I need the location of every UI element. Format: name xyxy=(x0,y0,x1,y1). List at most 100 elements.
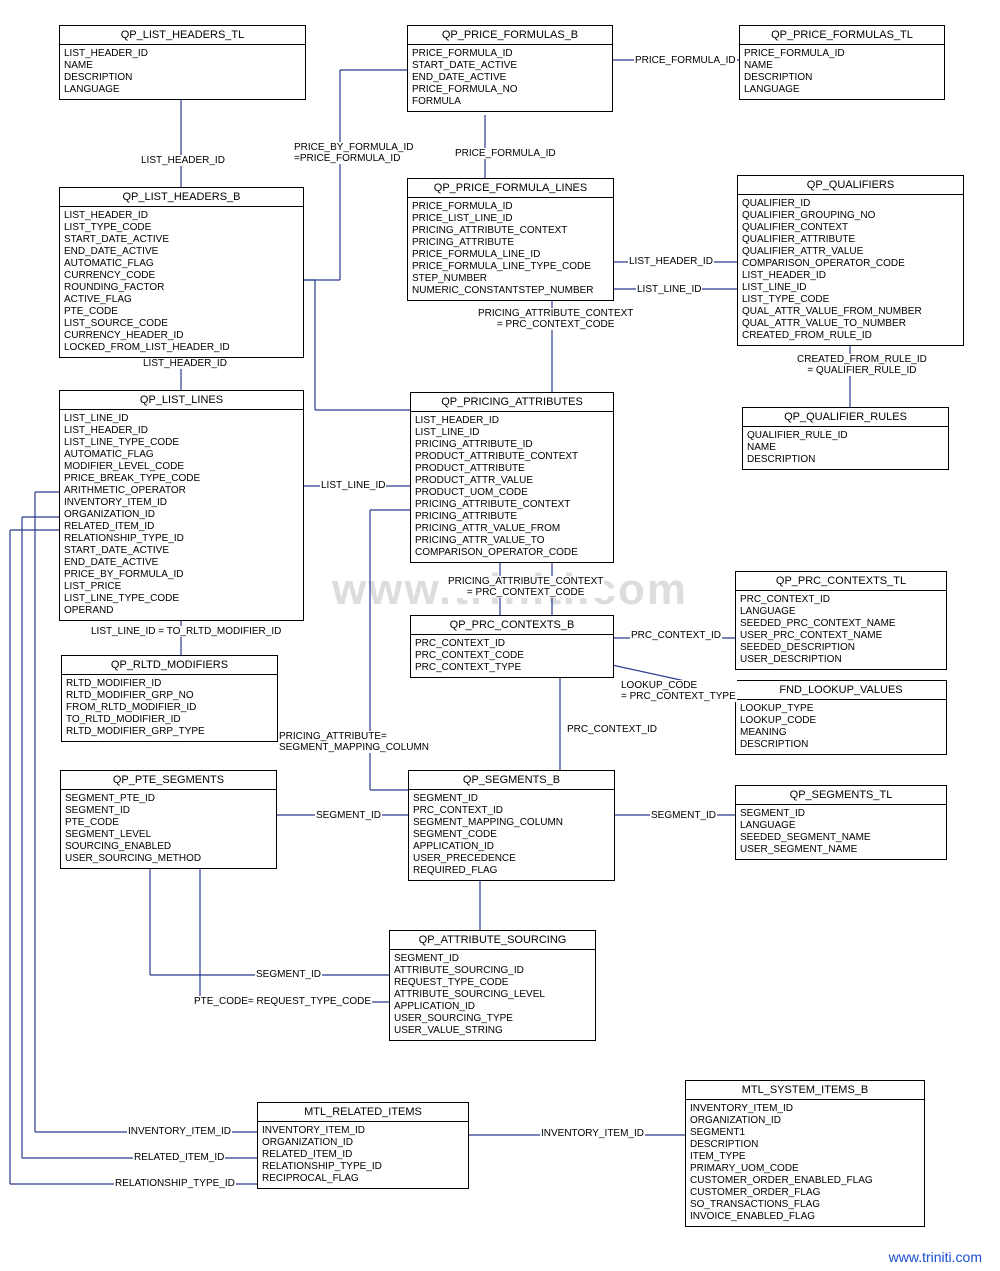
field: PRICING_ATTRIBUTE xyxy=(415,511,609,523)
field: SEGMENT_ID xyxy=(413,793,610,805)
field: LOOKUP_TYPE xyxy=(740,703,942,715)
field: LIST_TYPE_CODE xyxy=(742,294,959,306)
field: LIST_PRICE xyxy=(64,581,299,593)
field: PTE_CODE xyxy=(64,306,299,318)
field: OPERAND xyxy=(64,605,299,617)
field: LIST_LINE_TYPE_CODE xyxy=(64,437,299,449)
entity-title: QP_PRC_CONTEXTS_TL xyxy=(736,572,946,591)
field: PRIMARY_UOM_CODE xyxy=(690,1163,920,1175)
field: SEEDED_DESCRIPTION xyxy=(740,642,942,654)
field: PRC_CONTEXT_ID xyxy=(415,638,609,650)
rel-label: PRICE_FORMULA_ID xyxy=(454,148,557,159)
field: RLTD_MODIFIER_GRP_NO xyxy=(66,690,273,702)
field: PRODUCT_UOM_CODE xyxy=(415,487,609,499)
field: PRC_CONTEXT_CODE xyxy=(415,650,609,662)
rel-label: RELATIONSHIP_TYPE_ID xyxy=(114,1178,236,1189)
field: PRICING_ATTRIBUTE xyxy=(412,237,609,249)
field: INVENTORY_ITEM_ID xyxy=(262,1125,464,1137)
field: USER_PRC_CONTEXT_NAME xyxy=(740,630,942,642)
field: MEANING xyxy=(740,727,942,739)
field: ITEM_TYPE xyxy=(690,1151,920,1163)
field: LANGUAGE xyxy=(744,84,940,96)
field: FORMULA xyxy=(412,96,608,108)
field: USER_SEGMENT_NAME xyxy=(740,844,942,856)
erd-canvas: www.triniti.com xyxy=(0,0,1000,1271)
entity-title: QP_LIST_HEADERS_B xyxy=(60,188,303,207)
field: START_DATE_ACTIVE xyxy=(64,234,299,246)
field: NAME xyxy=(744,60,940,72)
field: PRICING_ATTRIBUTE_CONTEXT xyxy=(412,225,609,237)
entity-title: QP_ATTRIBUTE_SOURCING xyxy=(390,931,595,950)
field: LIST_HEADER_ID xyxy=(742,270,959,282)
field: APPLICATION_ID xyxy=(394,1001,591,1013)
field: RLTD_MODIFIER_GRP_TYPE xyxy=(66,726,273,738)
entity-title: MTL_RELATED_ITEMS xyxy=(258,1103,468,1122)
entity-fields: PRICE_FORMULA_IDSTART_DATE_ACTIVEEND_DAT… xyxy=(408,45,612,111)
field: USER_SOURCING_METHOD xyxy=(65,853,272,865)
entity-fnd-lookup-values: FND_LOOKUP_VALUES LOOKUP_TYPELOOKUP_CODE… xyxy=(735,680,947,755)
rel-label: LOOKUP_CODE = PRC_CONTEXT_TYPE xyxy=(620,680,737,702)
field: RECIPROCAL_FLAG xyxy=(262,1173,464,1185)
field: PRICE_FORMULA_ID xyxy=(412,48,608,60)
field: SEGMENT_PTE_ID xyxy=(65,793,272,805)
field: END_DATE_ACTIVE xyxy=(412,72,608,84)
field: PTE_CODE xyxy=(65,817,272,829)
field: CREATED_FROM_RULE_ID xyxy=(742,330,959,342)
field: PRC_CONTEXT_ID xyxy=(413,805,610,817)
field: COMPARISON_OPERATOR_CODE xyxy=(742,258,959,270)
field: PRICE_BREAK_TYPE_CODE xyxy=(64,473,299,485)
field: DESCRIPTION xyxy=(740,739,942,751)
field: SEGMENT_MAPPING_COLUMN xyxy=(413,817,610,829)
field: LIST_HEADER_ID xyxy=(64,210,299,222)
entity-qp-list-headers-b: QP_LIST_HEADERS_B LIST_HEADER_IDLIST_TYP… xyxy=(59,187,304,358)
entity-fields: PRICE_FORMULA_IDNAMEDESCRIPTIONLANGUAGE xyxy=(740,45,944,99)
field: SEGMENT_CODE xyxy=(413,829,610,841)
field: SO_TRANSACTIONS_FLAG xyxy=(690,1199,920,1211)
entity-fields: LIST_HEADER_IDLIST_TYPE_CODESTART_DATE_A… xyxy=(60,207,303,357)
field: LOCKED_FROM_LIST_HEADER_ID xyxy=(64,342,299,354)
entity-title: QP_SEGMENTS_B xyxy=(409,771,614,790)
field: DESCRIPTION xyxy=(64,72,301,84)
field: PRICING_ATTRIBUTE_CONTEXT xyxy=(415,499,609,511)
field: INVENTORY_ITEM_ID xyxy=(64,497,299,509)
field: PRODUCT_ATTRIBUTE_CONTEXT xyxy=(415,451,609,463)
entity-fields: INVENTORY_ITEM_IDORGANIZATION_IDRELATED_… xyxy=(258,1122,468,1188)
entity-title: QP_SEGMENTS_TL xyxy=(736,786,946,805)
field: RELATIONSHIP_TYPE_ID xyxy=(64,533,299,545)
field: LIST_LINE_ID xyxy=(742,282,959,294)
field: QUALIFIER_ATTRIBUTE xyxy=(742,234,959,246)
rel-label: CREATED_FROM_RULE_ID = QUALIFIER_RULE_ID xyxy=(796,354,928,376)
entity-qp-pte-segments: QP_PTE_SEGMENTS SEGMENT_PTE_IDSEGMENT_ID… xyxy=(60,770,277,869)
field: AUTOMATIC_FLAG xyxy=(64,258,299,270)
field: LIST_SOURCE_CODE xyxy=(64,318,299,330)
field: ATTRIBUTE_SOURCING_ID xyxy=(394,965,591,977)
field: START_DATE_ACTIVE xyxy=(412,60,608,72)
rel-label: LIST_HEADER_ID xyxy=(142,358,228,369)
entity-fields: LOOKUP_TYPELOOKUP_CODEMEANINGDESCRIPTION xyxy=(736,700,946,754)
rel-label: PRICE_BY_FORMULA_ID =PRICE_FORMULA_ID xyxy=(293,142,414,164)
entity-qp-price-formulas-b: QP_PRICE_FORMULAS_B PRICE_FORMULA_IDSTAR… xyxy=(407,25,613,112)
field: ORGANIZATION_ID xyxy=(64,509,299,521)
entity-qp-prc-contexts-tl: QP_PRC_CONTEXTS_TL PRC_CONTEXT_IDLANGUAG… xyxy=(735,571,947,670)
rel-label: LIST_HEADER_ID xyxy=(628,256,714,267)
field: ARITHMETIC_OPERATOR xyxy=(64,485,299,497)
field: DESCRIPTION xyxy=(747,454,944,466)
field: ATTRIBUTE_SOURCING_LEVEL xyxy=(394,989,591,1001)
entity-fields: RLTD_MODIFIER_IDRLTD_MODIFIER_GRP_NOFROM… xyxy=(62,675,277,741)
field: USER_VALUE_STRING xyxy=(394,1025,591,1037)
field: SEGMENT_ID xyxy=(394,953,591,965)
rel-label: RELATED_ITEM_ID xyxy=(133,1152,225,1163)
field: PRICE_FORMULA_ID xyxy=(412,201,609,213)
field: RLTD_MODIFIER_ID xyxy=(66,678,273,690)
field: END_DATE_ACTIVE xyxy=(64,557,299,569)
entity-qp-pricing-attributes: QP_PRICING_ATTRIBUTES LIST_HEADER_IDLIST… xyxy=(410,392,614,563)
entity-mtl-system-items-b: MTL_SYSTEM_ITEMS_B INVENTORY_ITEM_IDORGA… xyxy=(685,1080,925,1227)
rel-label: LIST_LINE_ID xyxy=(320,480,386,491)
entity-fields: INVENTORY_ITEM_IDORGANIZATION_IDSEGMENT1… xyxy=(686,1100,924,1226)
entity-title: QP_LIST_LINES xyxy=(60,391,303,410)
field: DESCRIPTION xyxy=(690,1139,920,1151)
field: LIST_LINE_TYPE_CODE xyxy=(64,593,299,605)
rel-label: PTE_CODE= REQUEST_TYPE_CODE xyxy=(193,996,372,1007)
entity-qp-rltd-modifiers: QP_RLTD_MODIFIERS RLTD_MODIFIER_IDRLTD_M… xyxy=(61,655,278,742)
field: PRICE_BY_FORMULA_ID xyxy=(64,569,299,581)
